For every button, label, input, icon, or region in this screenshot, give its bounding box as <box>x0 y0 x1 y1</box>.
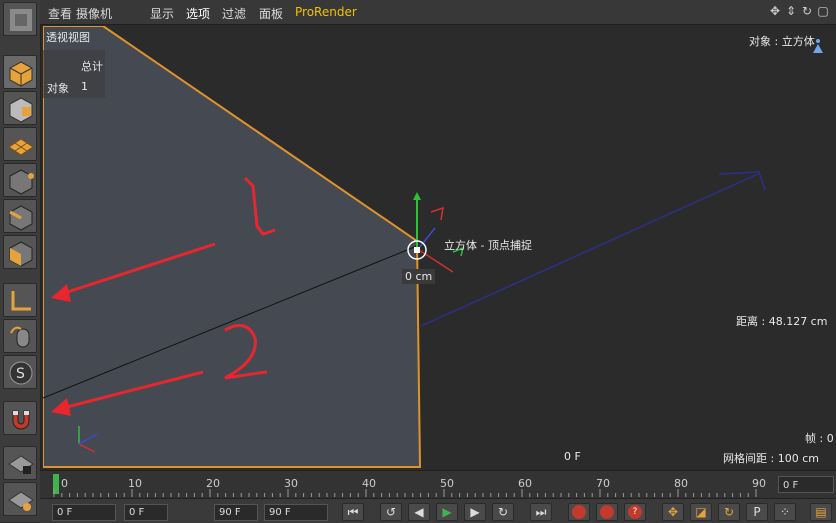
frame-readout: 0 F <box>564 450 581 463</box>
key-parameter-icon[interactable]: P <box>746 503 768 521</box>
current-frame-field[interactable]: 0 F <box>778 476 834 493</box>
stats-panel: 总计 对象 1 <box>43 50 105 98</box>
prev-frame-icon[interactable]: ◀ <box>408 503 430 521</box>
workplane-icon[interactable] <box>3 127 37 161</box>
menu-prorender[interactable]: ProRender <box>295 5 357 19</box>
play-icon[interactable]: ▶ <box>436 503 458 521</box>
snap-label: 立方体 - 顶点捕捉 <box>444 239 532 252</box>
planar-workplane-icon[interactable] <box>3 482 37 516</box>
menu-options[interactable]: 选项 <box>186 5 210 22</box>
points-mode-icon[interactable] <box>3 163 37 197</box>
polygons-mode-icon[interactable] <box>3 235 37 269</box>
timeline-ruler <box>53 489 757 497</box>
timeline[interactable]: 0 10 20 30 40 50 60 70 80 90 0 F <box>40 470 836 499</box>
solo-icon[interactable]: S <box>3 355 37 389</box>
key-scale-icon[interactable]: ◪ <box>690 503 712 521</box>
lock-workplane-icon[interactable] <box>3 446 37 480</box>
model-mode-icon[interactable] <box>3 55 37 89</box>
maximize-view-icon[interactable]: ▢ <box>816 4 830 18</box>
texture-mode-icon[interactable] <box>3 91 37 125</box>
tweak-mode-icon[interactable] <box>3 319 37 353</box>
scene-canvas <box>43 26 823 468</box>
axis-mode-icon[interactable] <box>3 283 37 317</box>
keyframe-selection-icon[interactable]: ? <box>624 503 646 521</box>
gizmo-z-axis <box>418 227 436 249</box>
svg-text:S: S <box>16 366 25 382</box>
end-frame-field[interactable]: 90 F <box>264 504 328 521</box>
undo-view-icon[interactable] <box>3 2 37 36</box>
key-pla-icon[interactable]: ⁘ <box>774 503 796 521</box>
move-view-icon[interactable]: ⇕ <box>784 4 798 18</box>
left-toolbar: S <box>0 0 41 522</box>
distance-readout: 距离 : 48.127 cm <box>736 315 828 328</box>
grid-spacing-readout: 网格间距 : 100 cm <box>723 452 819 465</box>
snap-magnet-icon[interactable] <box>3 401 37 435</box>
range-start-field[interactable]: 0 F <box>124 504 168 521</box>
next-frame-icon[interactable]: ▶ <box>464 503 486 521</box>
menu-cameras[interactable]: 摄像机 <box>76 5 112 22</box>
next-key-icon[interactable]: ↻ <box>492 503 514 521</box>
goto-start-icon[interactable]: ⏮ <box>342 503 364 521</box>
goto-end-icon[interactable]: ⏭ <box>530 503 552 521</box>
gizmo-rot-red <box>430 206 444 221</box>
pan-icon[interactable]: ✥ <box>768 4 782 18</box>
start-frame-field[interactable]: 0 F <box>52 504 116 521</box>
menu-display[interactable]: 显示 <box>150 5 174 22</box>
fps-readout: 帧 : 0 <box>805 432 834 445</box>
stats-label: 对象 <box>47 82 69 95</box>
record-keyframe-icon[interactable] <box>568 503 590 521</box>
key-rotation-icon[interactable]: ↻ <box>718 503 740 521</box>
stats-value: 1 <box>81 80 88 93</box>
edges-mode-icon[interactable] <box>3 199 37 233</box>
range-end-field[interactable]: 90 F <box>214 504 258 521</box>
viewport-name: 透视视图 <box>46 31 90 44</box>
menu-panel[interactable]: 面板 <box>259 5 283 22</box>
gizmo-y-arrow <box>413 192 421 200</box>
menu-filter[interactable]: 过滤 <box>222 5 246 22</box>
perspective-viewport[interactable]: 透视视图 总计 对象 1 对象 : 立方体 立方体 - 顶点捕捉 0 cm 距离… <box>43 26 836 470</box>
viewport-menu-bar: 查看 摄像机 显示 选项 过滤 面板 ProRender ✥ ⇕ ↻ ▢ <box>40 0 836 25</box>
menu-view[interactable]: 查看 <box>48 5 72 22</box>
view-navigation: ✥ ⇕ ↻ ▢ <box>766 4 830 18</box>
snap-distance: 0 cm <box>402 269 436 284</box>
playback-bar: 0 F 0 F 90 F 90 F ⏮ ↺ ◀ ▶ ▶ ↻ ⏭ ? ✥ ◪ ↻ … <box>40 498 836 523</box>
stats-header: 总计 <box>81 60 103 73</box>
auto-keyframe-icon[interactable] <box>596 503 618 521</box>
rotate-view-icon[interactable]: ↻ <box>800 4 814 18</box>
selected-object-label: 对象 : 立方体 <box>749 35 815 48</box>
timeline-window-icon[interactable]: ▤ <box>810 503 832 521</box>
key-position-icon[interactable]: ✥ <box>662 503 684 521</box>
prev-key-icon[interactable]: ↺ <box>380 503 402 521</box>
